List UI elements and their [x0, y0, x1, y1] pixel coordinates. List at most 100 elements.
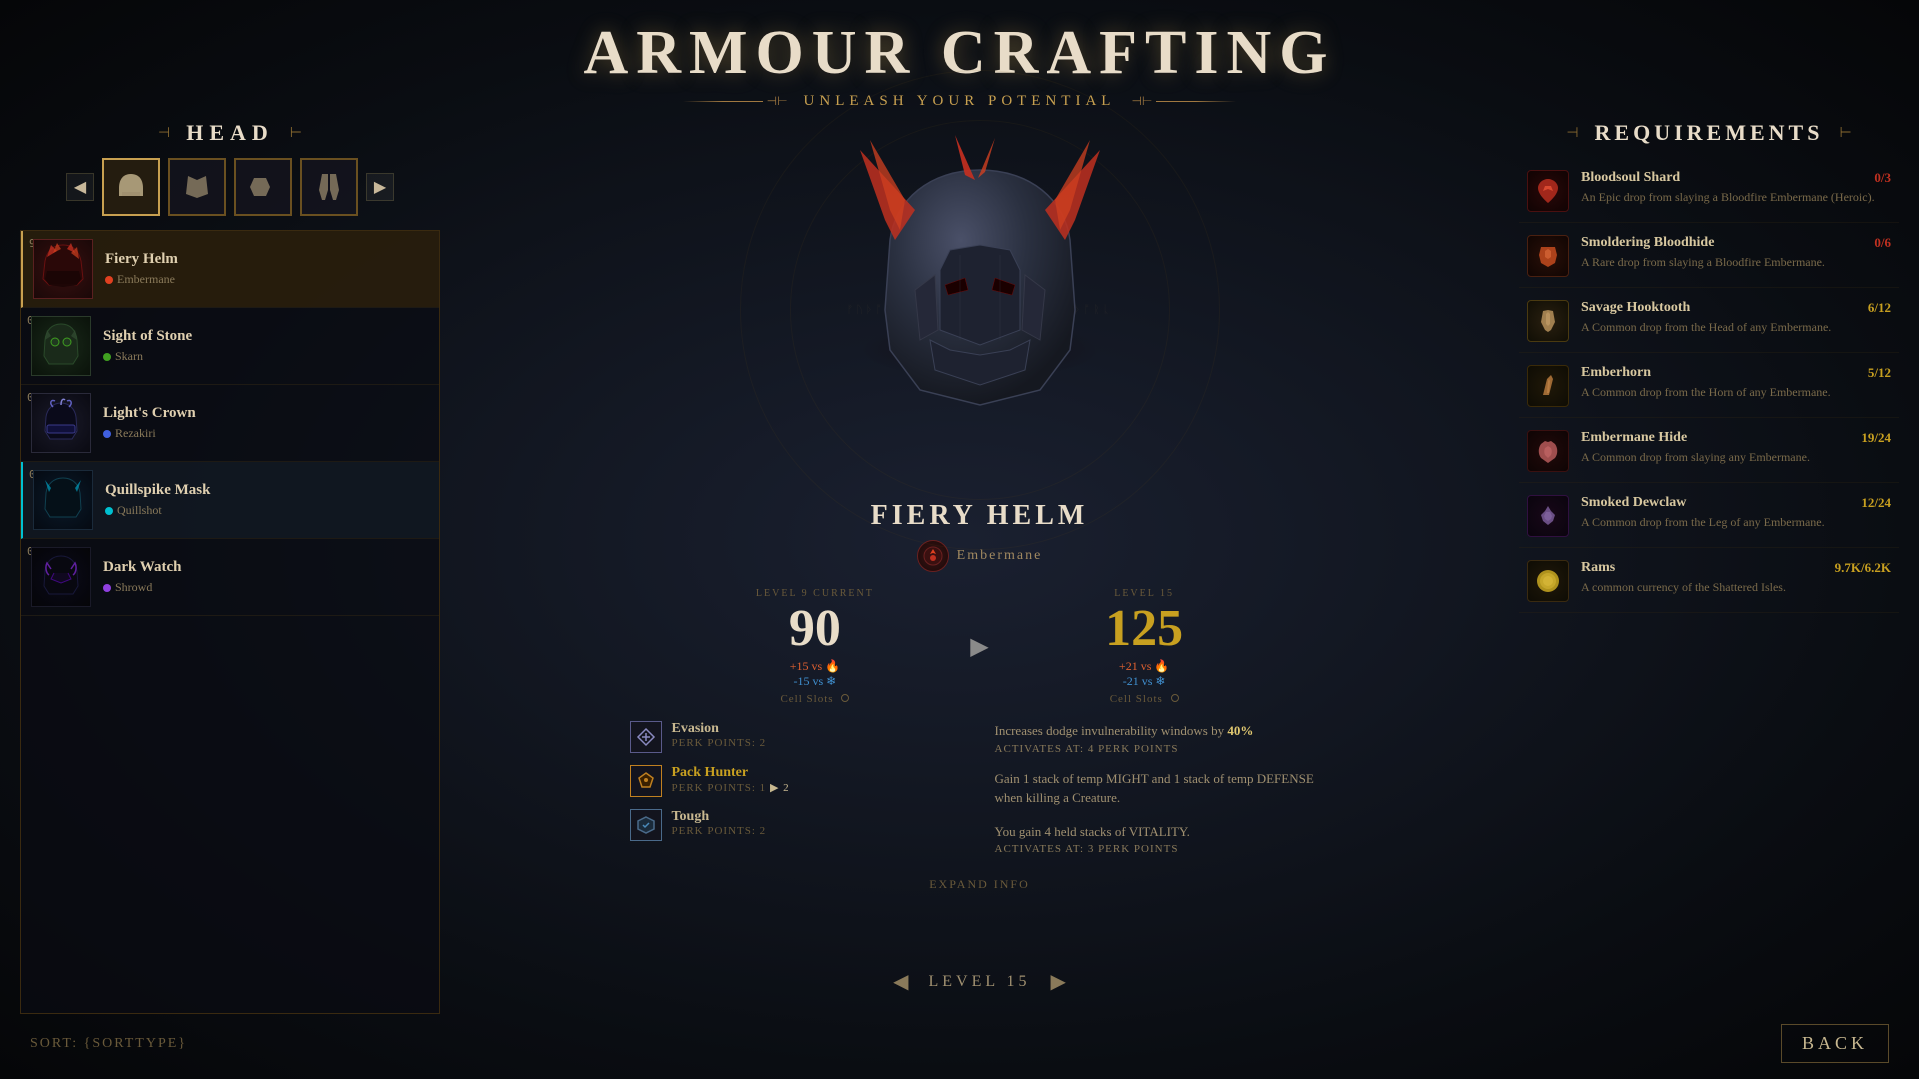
- item-info-stone: Sight of Stone Skarn: [103, 328, 429, 364]
- armor-type-icon: [917, 540, 949, 572]
- req-icon-dewclaw: [1527, 495, 1569, 537]
- legs-tab-icon: [312, 170, 346, 204]
- perk-name-pack-hunter: Pack Hunter: [672, 765, 965, 781]
- perk-points-upgrade: 2: [783, 782, 790, 794]
- current-ice-mod: -15 vs ❄: [794, 674, 837, 688]
- perk-description-list: Increases dodge invulnerability windows …: [995, 721, 1330, 869]
- equipment-item-lights-crown[interactable]: 0 Light's Crown: [21, 385, 439, 462]
- equipment-item-quillspike[interactable]: 0 Quillspike Mask: [21, 462, 439, 539]
- perk-activate-evasion: ACTIVATES AT: 4 PERK POINTS: [995, 743, 1330, 755]
- req-name-bloodhide: Smoldering Bloodhide: [1581, 235, 1714, 251]
- item-info-dark: Dark Watch Shrowd: [103, 559, 429, 595]
- perk-item-evasion: Evasion PERK POINTS: 2: [630, 721, 965, 753]
- req-count-bloodhide: 0/6: [1874, 235, 1891, 251]
- level-nav: ◀ LEVEL 15 ▶: [893, 969, 1066, 1014]
- type-dot-quillshot: [105, 507, 113, 515]
- sort-label[interactable]: SORT: {SORTTYPE}: [30, 1036, 187, 1052]
- perk-points-pack-hunter: PERK POINTS: 1 ▶ 2: [672, 781, 965, 794]
- req-item-bloodsoul: Bloodsoul Shard 0/3 An Epic drop from sl…: [1519, 160, 1899, 223]
- armor-tabs: ◀: [20, 158, 440, 216]
- armor-display: ᚠᚢᚦᚩᚱᚳ ᚠᚢᚦᚩᚱᚳ ᚠᚢᚦᚩᚱᚳ ᚠᚢᚦᚩᚱᚳ: [440, 120, 1519, 500]
- stone-helm-thumbnail: [37, 320, 85, 372]
- item-name-quill: Quillspike Mask: [105, 482, 429, 499]
- equipment-item-sight-stone[interactable]: 0 Sight of Stone: [21, 308, 439, 385]
- perk-icon-pack-hunter: [630, 765, 662, 797]
- item-type-dark: Shrowd: [103, 580, 429, 595]
- perk-info-evasion: Evasion PERK POINTS: 2: [672, 721, 965, 749]
- current-stats-mods: +15 vs 🔥 -15 vs ❄: [680, 659, 951, 689]
- req-item-rams: Rams 9.7K/6.2K A common currency of the …: [1519, 550, 1899, 613]
- req-name-row-emb-hide: Embermane Hide 19/24: [1581, 430, 1891, 446]
- helm-faceplate: [940, 245, 1020, 345]
- fiery-helm-thumbnail: [39, 243, 87, 295]
- chest-tab-icon: [180, 170, 214, 204]
- perk-item-tough: Tough PERK POINTS: 2: [630, 809, 965, 841]
- req-name-hooktooth: Savage Hooktooth: [1581, 300, 1690, 316]
- type-dot-embermane: [105, 276, 113, 284]
- req-count-dewclaw: 12/24: [1861, 495, 1891, 511]
- req-item-hooktooth: Savage Hooktooth 6/12 A Common drop from…: [1519, 290, 1899, 353]
- requirements-list: Bloodsoul Shard 0/3 An Epic drop from sl…: [1519, 160, 1899, 1014]
- embermane-icon: [923, 546, 943, 566]
- perks-list: Evasion PERK POINTS: 2: [630, 721, 965, 869]
- armor-tab-helm[interactable]: [102, 158, 160, 216]
- req-name-rams: Rams: [1581, 560, 1615, 576]
- perk-name-tough: Tough: [672, 809, 965, 825]
- level-nav-text: LEVEL 15: [928, 973, 1030, 991]
- req-section-header: ⊣ REQUIREMENTS ⊢: [1519, 120, 1899, 146]
- item-type-quill: Quillshot: [105, 503, 429, 518]
- armor-tab-arms[interactable]: [234, 158, 292, 216]
- req-name-emberhorn: Emberhorn: [1581, 365, 1651, 381]
- req-count-emberhorn: 5/12: [1868, 365, 1891, 381]
- req-name-dewclaw: Smoked Dewclaw: [1581, 495, 1686, 511]
- level-prev-arrow[interactable]: ◀: [893, 969, 908, 994]
- req-desc-bloodhide: A Rare drop from slaying a Bloodfire Emb…: [1581, 254, 1891, 271]
- hooktooth-icon: [1533, 306, 1563, 336]
- perk-points-evasion: PERK POINTS: 2: [672, 737, 965, 749]
- req-item-emberhorn: Emberhorn 5/12 A Common drop from the Ho…: [1519, 355, 1899, 418]
- bloodsoul-icon: [1533, 176, 1563, 206]
- item-image-crown: [31, 393, 91, 453]
- bloodhide-icon: [1533, 241, 1563, 271]
- req-corner-right: ⊢: [1839, 125, 1851, 142]
- req-info-rams: Rams 9.7K/6.2K A common currency of the …: [1581, 560, 1891, 596]
- req-title: REQUIREMENTS: [1595, 120, 1824, 146]
- armor-type-badge: Embermane: [871, 540, 1089, 572]
- dewclaw-icon: [1533, 501, 1563, 531]
- current-cell-slots: Cell Slots: [680, 693, 951, 705]
- req-icon-emb-hide: [1527, 430, 1569, 472]
- armor-tab-legs[interactable]: [300, 158, 358, 216]
- req-item-emb-hide: Embermane Hide 19/24 A Common drop from …: [1519, 420, 1899, 483]
- level-next-arrow[interactable]: ▶: [1051, 969, 1066, 994]
- req-icon-emberhorn: [1527, 365, 1569, 407]
- item-info-crown: Light's Crown Rezakiri: [103, 405, 429, 441]
- embhide-icon: [1533, 436, 1563, 466]
- req-count-hooktooth: 6/12: [1868, 300, 1891, 316]
- perk-item-pack-hunter: Pack Hunter PERK POINTS: 1 ▶ 2: [630, 765, 965, 797]
- item-name-stone: Sight of Stone: [103, 328, 429, 345]
- armor-tab-prev[interactable]: ◀: [66, 173, 94, 201]
- perk-info-pack-hunter: Pack Hunter PERK POINTS: 1 ▶ 2: [672, 765, 965, 794]
- req-icon-rams: [1527, 560, 1569, 602]
- equipment-item-dark-watch[interactable]: 0 Dark Watch Shrowd: [21, 539, 439, 616]
- req-count-rams: 9.7K/6.2K: [1835, 560, 1891, 576]
- req-info-bloodhide: Smoldering Bloodhide 0/6 A Rare drop fro…: [1581, 235, 1891, 271]
- upgrade-cell-slots: Cell Slots: [1009, 693, 1280, 705]
- equipment-item-fiery-helm[interactable]: 90 Fiery Helm: [21, 231, 439, 308]
- armor-tab-next[interactable]: ▶: [366, 173, 394, 201]
- upgrade-stats-label: LEVEL 15: [1009, 588, 1280, 599]
- expand-info-button[interactable]: EXPAND INFO: [929, 877, 1030, 892]
- armor-tab-chest[interactable]: [168, 158, 226, 216]
- helm-3d-svg: [820, 130, 1140, 490]
- perk-icon-tough: [630, 809, 662, 841]
- armor-3d-model: [820, 130, 1140, 490]
- back-button[interactable]: BACK: [1781, 1024, 1889, 1063]
- req-icon-hooktooth: [1527, 300, 1569, 342]
- current-stats-label: LEVEL 9 Current: [680, 588, 951, 599]
- head-section-title: HEAD: [186, 120, 274, 146]
- current-stats-value: 90: [680, 603, 951, 655]
- req-corner-left: ⊣: [1566, 125, 1578, 142]
- perk-desc-pack-text: Gain 1 stack of temp MIGHT and 1 stack o…: [995, 769, 1330, 808]
- arms-tab-icon: [246, 170, 280, 204]
- perk-points-tough: PERK POINTS: 2: [672, 825, 965, 837]
